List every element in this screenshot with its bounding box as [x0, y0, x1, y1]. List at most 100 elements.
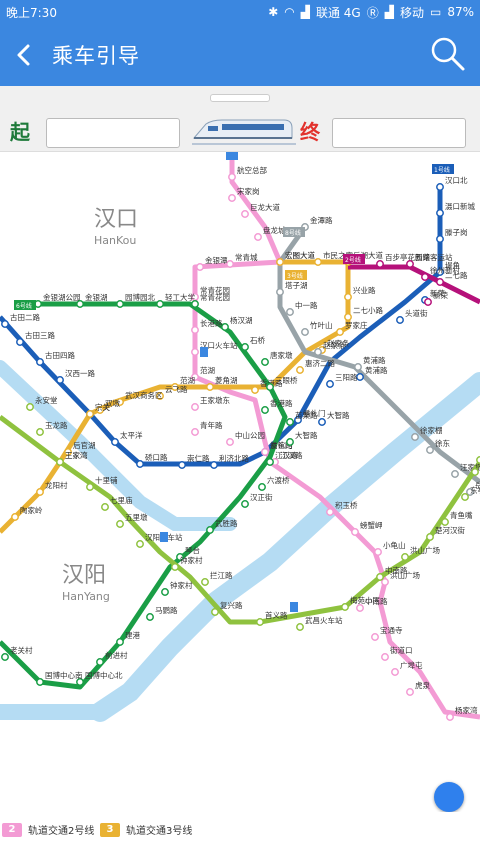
station-label-l2-2[interactable]: 宋家岗	[237, 186, 260, 196]
station-dot-l6-19[interactable]	[116, 638, 124, 646]
station-dot-l1-13[interactable]	[136, 460, 144, 468]
station-label-l4-5[interactable]: 五里墩	[125, 512, 148, 522]
station-label-l4-3[interactable]: 十里铺	[95, 475, 118, 485]
station-label-l2-25[interactable]: 虎泉	[415, 680, 430, 690]
station-label-l3-10[interactable]: 范湖	[180, 375, 195, 385]
station-label-l4-8[interactable]: 拦江路	[210, 570, 233, 580]
station-label-l2-1[interactable]: 航空总部	[237, 165, 267, 175]
station-dot-l8-5[interactable]	[354, 363, 362, 371]
station-label-l6-0[interactable]: 金银湖公园	[43, 292, 81, 302]
metro-map[interactable]: 汉口北 滠口新城 滕子岗 堤角 新荣 头道街 黄浦路 三阳路 大智路 循礼门 友谊路 利济北路 崇仁路硚…	[0, 152, 480, 812]
station-dot-l8-8[interactable]	[451, 470, 459, 478]
station-dot-l6-1[interactable]	[76, 300, 84, 308]
station-label-l4-16[interactable]: 青鱼嘴	[450, 510, 473, 520]
station-label-l1-14[interactable]: 太平洋	[120, 430, 143, 440]
station-label-l4-12[interactable]: 梅苑小区	[350, 595, 380, 605]
station-label-l2-19[interactable]: 小龟山	[383, 540, 406, 550]
station-label-l3-5[interactable]: 罗家庄	[345, 320, 368, 330]
station-label-l8-2[interactable]: 中一路	[295, 300, 318, 310]
station-dot-l6-17[interactable]	[161, 588, 169, 596]
station-dot-l2-19[interactable]	[374, 548, 382, 556]
station-label-l6-20[interactable]: 前进村	[105, 650, 128, 660]
station-dot-l4-6[interactable]	[136, 540, 144, 548]
station-dot-l3-5[interactable]	[336, 328, 344, 336]
station-label-l1-19[interactable]: 古田二路	[10, 312, 40, 322]
station-label-l3-14[interactable]: 宗关	[95, 402, 110, 412]
station-dot-l6-12[interactable]	[266, 458, 274, 466]
station-dot-l8-6[interactable]	[411, 433, 419, 441]
from-station-input[interactable]	[46, 118, 180, 148]
station-label-l4-9[interactable]: 复兴路	[220, 600, 243, 610]
station-dot-l7-2[interactable]	[421, 273, 429, 281]
station-label-l6-15[interactable]: 武胜路	[215, 518, 238, 528]
station-label-l6-7[interactable]: 唐家墩	[270, 350, 293, 360]
station-dot-l3-3[interactable]	[344, 293, 352, 301]
station-dot-l1-19[interactable]	[1, 320, 9, 328]
station-label-l8-7[interactable]: 徐东	[435, 438, 450, 448]
station-dot-l4-12[interactable]	[341, 603, 349, 611]
locate-button[interactable]	[434, 782, 464, 812]
station-dot-l2-2[interactable]	[228, 194, 236, 202]
station-label-l8-5[interactable]: 黄浦路	[363, 355, 386, 365]
station-dot-l6-14[interactable]	[241, 500, 249, 508]
station-label-l6-9[interactable]: 香港路	[270, 398, 293, 408]
station-label-l3-18[interactable]: 陶家岭	[20, 505, 43, 515]
station-label-l6-19[interactable]: 建港	[125, 630, 140, 640]
station-label-l8-3[interactable]: 竹叶山	[310, 320, 333, 330]
station-dot-l4-10[interactable]	[256, 618, 264, 626]
station-label-l8-6[interactable]: 徐家棚	[420, 425, 443, 435]
station-label-l2-11[interactable]: 范湖	[200, 365, 215, 375]
station-dot-l4-11[interactable]	[296, 623, 304, 631]
station-dot-l1-2[interactable]	[436, 235, 444, 243]
station-dot-l6-23[interactable]	[1, 653, 9, 661]
station-dot-l4-7[interactable]	[171, 563, 179, 571]
station-label-l3-3[interactable]: 兴业路	[353, 285, 376, 295]
station-dot-l2-21[interactable]	[356, 604, 364, 612]
station-label-l1-1[interactable]: 滠口新城	[445, 201, 475, 211]
station-label-l1-12[interactable]: 崇仁路	[187, 453, 210, 463]
station-dot-l6-4[interactable]	[191, 300, 199, 308]
station-label-l7-4[interactable]: 新荣	[433, 290, 448, 300]
station-dot-l4-14[interactable]	[401, 553, 409, 561]
station-dot-l6-10[interactable]	[286, 418, 294, 426]
station-dot-l2-9[interactable]	[191, 326, 199, 334]
to-station-input[interactable]	[332, 118, 466, 148]
station-label-l4-0[interactable]: 永安堂	[35, 395, 58, 405]
station-label-l2-6[interactable]: 常青城	[235, 252, 258, 262]
station-dot-l6-22[interactable]	[36, 678, 44, 686]
station-dot-l2-18[interactable]	[351, 528, 359, 536]
station-dot-l2-15[interactable]	[261, 448, 269, 456]
station-dot-l4-8[interactable]	[201, 578, 209, 586]
station-label-l6-16[interactable]: 琴台	[185, 545, 200, 555]
station-label-l6-14[interactable]: 汉正街	[250, 492, 273, 502]
station-dot-l4-0[interactable]	[26, 403, 34, 411]
station-dot-l1-6[interactable]	[356, 373, 364, 381]
station-dot-l2-6[interactable]	[226, 260, 234, 268]
station-dot-l4-2[interactable]	[56, 458, 64, 466]
station-label-l2-17[interactable]: 积玉桥	[335, 500, 358, 510]
station-dot-l6-20[interactable]	[96, 658, 104, 666]
station-label-l6-17[interactable]: 钟家村	[170, 580, 193, 590]
station-dot-l6-15[interactable]	[206, 526, 214, 534]
station-dot-l3-9[interactable]	[206, 383, 214, 391]
station-label-l6-12[interactable]: 江汉路	[275, 450, 298, 460]
station-dot-l3-0[interactable]	[276, 258, 284, 266]
station-dot-l1-17[interactable]	[36, 358, 44, 366]
station-label-l2-7[interactable]: 金银潭	[205, 255, 228, 265]
station-label-l1-2[interactable]: 滕子岗	[445, 227, 468, 237]
station-label-l1-6[interactable]: 黄浦路	[365, 365, 388, 375]
station-dot-l2-4[interactable]	[254, 233, 262, 241]
station-label-l3-15[interactable]: 后官湖	[73, 440, 96, 450]
station-dot-l4-15[interactable]	[426, 533, 434, 541]
station-label-l1-5[interactable]: 头道街	[405, 308, 428, 318]
station-label-l4-17[interactable]: 东亭	[470, 485, 480, 495]
station-label-l6-6[interactable]: 石桥	[250, 335, 265, 345]
station-dot-l4-18[interactable]	[471, 468, 479, 476]
station-dot-l2-17[interactable]	[326, 508, 334, 516]
station-dot-l4-16[interactable]	[441, 518, 449, 526]
search-icon[interactable]	[430, 36, 466, 72]
station-label-l2-18[interactable]: 螃蟹岬	[360, 520, 383, 530]
station-dot-l3-7[interactable]	[296, 366, 304, 374]
station-dot-l4-5[interactable]	[116, 520, 124, 528]
station-label-l2-9[interactable]: 长港路	[200, 318, 223, 328]
